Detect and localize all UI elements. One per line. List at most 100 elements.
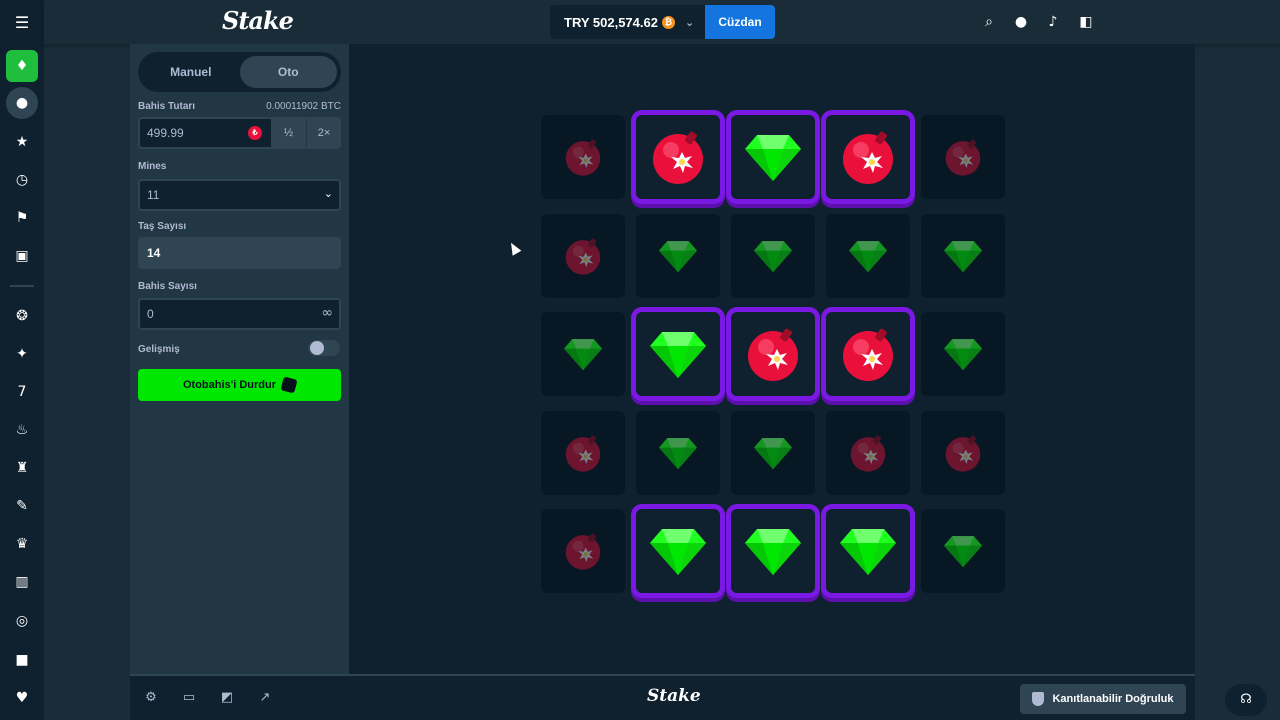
user-icon[interactable]: ● — [1011, 12, 1031, 32]
mine-tile[interactable] — [541, 509, 625, 593]
mine-icon — [565, 237, 601, 275]
sports-icon[interactable]: ● — [6, 87, 38, 119]
promotions-icon[interactable]: ■ — [6, 644, 38, 676]
gem-tile[interactable] — [921, 213, 1005, 298]
live-support-icon[interactable]: ◎ — [6, 605, 38, 637]
try-currency-icon: ₺ — [248, 126, 262, 140]
tools-icon[interactable]: ✎ — [6, 490, 38, 522]
mine-icon — [945, 434, 981, 472]
notifications-icon[interactable]: ♪ — [1043, 12, 1063, 32]
fairness-label: Kanıtlanabilir Doğruluk — [1052, 693, 1174, 705]
gem-tile[interactable] — [636, 312, 720, 396]
mine-tile[interactable] — [921, 115, 1005, 199]
mine-tile[interactable] — [826, 410, 910, 495]
mine-icon — [565, 434, 601, 472]
mine-tile[interactable] — [826, 115, 910, 199]
popout-icon[interactable]: ↗ — [256, 689, 274, 707]
menu-icon[interactable]: ☰ — [12, 12, 32, 32]
shield-icon — [1032, 692, 1045, 706]
bet-count-label: Bahis Sayısı — [138, 281, 197, 292]
mine-tile[interactable] — [541, 410, 625, 495]
game-controls: Manuel Oto Bahis Tutarı 0.00011902 BTC 4… — [130, 44, 349, 674]
my-bets-icon[interactable]: ▣ — [6, 240, 38, 272]
half-button[interactable]: ½ — [271, 119, 306, 147]
provably-fair-button[interactable]: Kanıtlanabilir Doğruluk — [1020, 684, 1186, 714]
infinity-icon[interactable]: ∞ — [321, 305, 333, 321]
balance-value: TRY 502,574.62 — [564, 14, 658, 30]
gem-icon — [944, 240, 982, 272]
top-bar: Stake TRY 502,574.62 ₿ ⌄ Cüzdan ⌕ ● ♪ ◧ — [44, 0, 1280, 44]
gem-tile[interactable] — [731, 410, 815, 495]
mine-icon — [850, 434, 886, 472]
originals-icon[interactable]: ❂ — [6, 300, 38, 332]
mine-icon — [843, 131, 893, 184]
mine-icon — [565, 533, 601, 570]
gem-tile[interactable] — [921, 509, 1005, 593]
theatre-mode-icon[interactable]: ▭ — [180, 689, 198, 707]
game-shows-icon[interactable]: ♜ — [6, 452, 38, 484]
stake-logo[interactable]: Stake — [222, 6, 294, 35]
tab-auto[interactable]: Oto — [239, 56, 337, 88]
tab-manual[interactable]: Manuel — [142, 56, 240, 88]
challenges-icon[interactable]: ⚑ — [6, 202, 38, 234]
settings-icon[interactable]: ⚙ — [142, 689, 160, 707]
rail-divider — [10, 285, 34, 287]
search-icon[interactable]: ⌕ — [979, 12, 999, 32]
left-rail: ☰ ♦ ● ★ ◷ ⚑ ▣ ❂ ✦ 7 ♨ ♜ ✎ ♛ ▥ ◎ ■ ♥ — [0, 0, 44, 720]
gem-icon — [849, 240, 887, 272]
slots-icon[interactable]: 7 — [6, 376, 38, 408]
trending-icon[interactable]: ♛ — [6, 528, 38, 560]
gem-tile[interactable] — [731, 213, 815, 298]
bet-count-input[interactable]: 0 ∞ — [138, 298, 341, 330]
advanced-toggle[interactable] — [308, 340, 340, 356]
gem-icon — [745, 135, 801, 181]
gem-icon — [754, 437, 792, 469]
new-releases-icon[interactable]: ✦ — [6, 338, 38, 370]
gem-tile[interactable] — [636, 213, 720, 298]
casino-icon[interactable]: ♦ — [6, 50, 38, 82]
gem-icon — [944, 339, 982, 371]
toggle-knob — [310, 341, 324, 355]
mine-tile[interactable] — [731, 312, 815, 396]
footer-stake-logo: Stake — [647, 686, 701, 706]
recent-icon[interactable]: ◷ — [6, 164, 38, 196]
bet-amount-label: Bahis Tutarı — [138, 101, 196, 112]
mine-tile[interactable] — [541, 213, 625, 298]
mines-board — [349, 44, 1195, 674]
wallet-icon[interactable]: ▥ — [6, 566, 38, 598]
mine-tile[interactable] — [826, 312, 910, 396]
gem-tile[interactable] — [731, 509, 815, 593]
mine-tile[interactable] — [921, 410, 1005, 495]
hot-icon[interactable]: ♨ — [6, 414, 38, 446]
gem-tile[interactable] — [731, 115, 815, 199]
gem-icon — [659, 240, 697, 272]
mines-label: Mines — [138, 161, 167, 172]
balance-selector[interactable]: TRY 502,574.62 ₿ ⌄ — [550, 5, 705, 39]
gem-tile[interactable] — [636, 509, 720, 593]
mine-tile[interactable] — [636, 115, 720, 199]
double-button[interactable]: 2× — [306, 119, 341, 147]
gem-icon — [944, 536, 982, 568]
mode-tabs: Manuel Oto — [138, 52, 341, 92]
stop-autobet-button[interactable]: Otobahis'i Durdur — [138, 369, 341, 401]
mines-value: 11 — [147, 188, 160, 202]
gem-tile[interactable] — [826, 509, 910, 593]
gem-tile[interactable] — [541, 312, 625, 396]
mine-icon — [945, 139, 981, 176]
exclusives-icon[interactable]: ♥ — [6, 682, 38, 714]
gem-icon — [745, 529, 801, 575]
support-icon[interactable]: ☊ — [1225, 684, 1267, 716]
mines-select[interactable]: 11 ⌄ — [138, 179, 341, 211]
stats-icon[interactable]: ◩ — [218, 689, 236, 707]
mine-tile[interactable] — [541, 115, 625, 199]
bet-amount-input[interactable]: 499.99 ₺ ½ 2× — [138, 117, 341, 149]
gem-tile[interactable] — [636, 410, 720, 495]
gem-tile[interactable] — [921, 312, 1005, 396]
gem-tile[interactable] — [826, 213, 910, 298]
mine-icon — [843, 328, 893, 381]
chat-toggle-icon[interactable]: ◧ — [1076, 12, 1096, 32]
chevron-down-icon: ⌄ — [684, 15, 695, 29]
gem-icon — [754, 240, 792, 272]
favourites-icon[interactable]: ★ — [6, 126, 38, 158]
wallet-button[interactable]: Cüzdan — [705, 5, 775, 39]
